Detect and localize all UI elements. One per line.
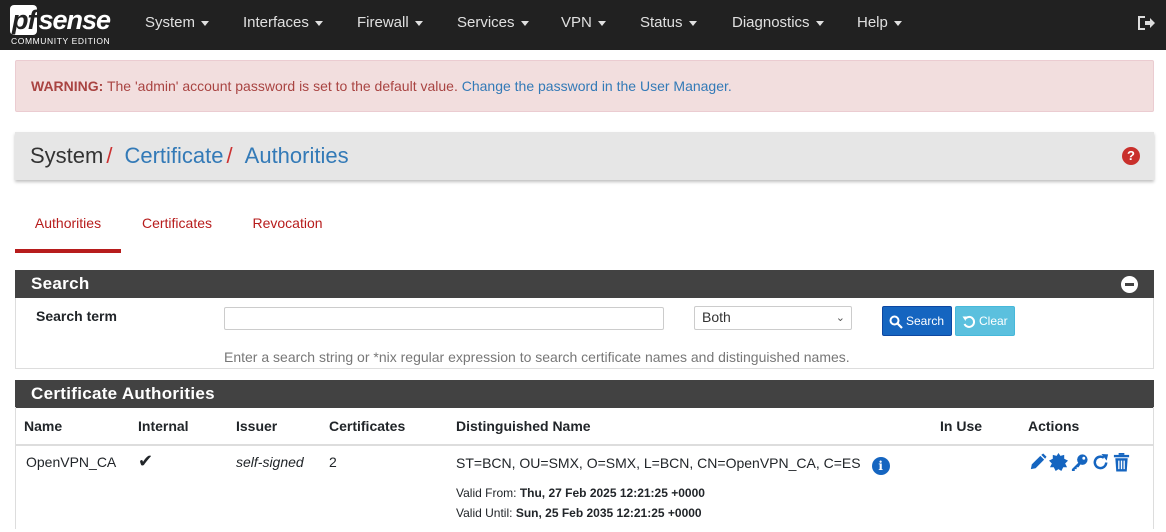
tab-authorities[interactable]: Authorities — [15, 205, 121, 253]
logo-wordmark: pf sense — [10, 5, 111, 35]
validity: Valid From: Thu, 27 Feb 2025 12:21:25 +0… — [456, 483, 924, 523]
nav-vpn-label: VPN — [561, 14, 592, 31]
nav-diagnostics-label: Diagnostics — [732, 14, 810, 31]
search-panel-heading: Search — [15, 270, 1154, 298]
top-navbar: pf sense COMMUNITY EDITION System Interfa… — [0, 0, 1166, 50]
chevron-down-icon — [314, 20, 323, 26]
search-scope-select[interactable]: Both ⌄ — [694, 306, 852, 330]
logo-sense: sense — [38, 5, 111, 35]
col-in-use: In Use — [932, 407, 1020, 446]
sign-out-icon[interactable] — [1136, 13, 1156, 33]
table-header-row: Name Internal Issuer Certificates Distin… — [15, 407, 1154, 446]
chevron-down-icon — [520, 20, 529, 26]
user-manager-link[interactable]: Change the password in the User Manager. — [462, 78, 732, 94]
chevron-down-icon — [893, 20, 902, 26]
nav-help[interactable]: Help — [857, 0, 902, 50]
search-scope-value: Both — [702, 309, 731, 325]
search-term-label: Search term — [36, 308, 117, 324]
valid-from-value: Thu, 27 Feb 2025 12:21:25 +0000 — [519, 486, 705, 500]
ca-panel-heading: Certificate Authorities — [15, 380, 1154, 408]
refresh-icon[interactable] — [1091, 453, 1110, 472]
tab-certificates[interactable]: Certificates — [133, 205, 221, 249]
dn-line: ST=BCN, OU=SMX, O=SMX, L=BCN, CN=OpenVPN… — [456, 455, 924, 475]
nav-vpn[interactable]: VPN — [561, 0, 606, 50]
valid-until-value: Sun, 25 Feb 2035 12:21:25 +0000 — [515, 506, 702, 520]
breadcrumb-separator: / — [226, 143, 233, 168]
valid-from-label: Valid From: — [456, 486, 517, 500]
chevron-down-icon — [414, 20, 423, 26]
nav-status[interactable]: Status — [640, 0, 697, 50]
search-button-label: Search — [906, 314, 945, 328]
valid-until: Valid Until: Sun, 25 Feb 2035 12:21:25 +… — [456, 503, 924, 523]
col-actions: Actions — [1020, 407, 1154, 446]
tab-bar: Authorities Certificates Revocation — [15, 205, 1154, 253]
chevron-down-icon — [597, 20, 606, 26]
checkmark-icon: ✔ — [138, 451, 154, 471]
info-icon[interactable]: i — [871, 457, 890, 475]
logo-edition: COMMUNITY EDITION — [11, 36, 111, 46]
nav-interfaces[interactable]: Interfaces — [243, 0, 323, 50]
chevron-down-icon — [201, 20, 210, 26]
undo-icon — [962, 315, 976, 328]
nav-system-label: System — [145, 14, 196, 31]
breadcrumb-system: System — [30, 143, 104, 168]
nav-firewall-label: Firewall — [357, 14, 409, 31]
ca-panel-title: Certificate Authorities — [31, 384, 215, 403]
breadcrumb-certificate[interactable]: Certificate — [124, 143, 223, 168]
collapse-minus-icon[interactable] — [1121, 276, 1138, 293]
logo-pf: pf — [10, 5, 38, 35]
nav-services-label: Services — [457, 14, 515, 31]
search-button[interactable]: Search — [882, 306, 952, 336]
breadcrumb: System / Certificate / Authorities ? — [15, 132, 1154, 180]
nav-system[interactable]: System — [145, 0, 210, 50]
valid-from: Valid From: Thu, 27 Feb 2025 12:21:25 +0… — [456, 483, 924, 503]
valid-until-label: Valid Until: — [456, 506, 513, 520]
clear-button-label: Clear — [979, 314, 1008, 328]
default-password-warning: WARNING: The 'admin' account password is… — [15, 60, 1154, 112]
search-input[interactable] — [224, 307, 664, 330]
nav-diagnostics[interactable]: Diagnostics — [732, 0, 824, 50]
nav-help-label: Help — [857, 14, 888, 31]
row-in-use — [932, 445, 1020, 529]
row-name: OpenVPN_CA — [26, 454, 117, 470]
col-name: Name — [15, 407, 130, 446]
row-certificates: 2 — [329, 454, 337, 470]
chevron-down-icon — [688, 20, 697, 26]
trash-icon[interactable] — [1112, 453, 1131, 472]
breadcrumb-authorities[interactable]: Authorities — [245, 143, 349, 168]
search-panel-body: Search term Both ⌄ Search Clear Enter a … — [15, 298, 1154, 369]
nav-interfaces-label: Interfaces — [243, 14, 309, 31]
row-distinguished-name: ST=BCN, OU=SMX, O=SMX, L=BCN, CN=OpenVPN… — [448, 445, 932, 529]
col-certificates: Certificates — [321, 407, 448, 446]
tab-revocation[interactable]: Revocation — [245, 205, 330, 249]
chevron-down-icon — [815, 20, 824, 26]
certificate-icon[interactable] — [1049, 453, 1068, 472]
search-panel-title: Search — [31, 274, 90, 293]
col-distinguished-name: Distinguished Name — [448, 407, 932, 446]
warning-message: The 'admin' account password is set to t… — [103, 78, 462, 94]
breadcrumb-separator: / — [106, 143, 113, 168]
row-actions — [1020, 445, 1154, 529]
key-icon[interactable] — [1070, 453, 1089, 472]
col-internal: Internal — [130, 407, 228, 446]
dn-text: ST=BCN, OU=SMX, O=SMX, L=BCN, CN=OpenVPN… — [456, 455, 861, 471]
clear-button[interactable]: Clear — [955, 306, 1015, 336]
col-issuer: Issuer — [228, 407, 321, 446]
nav-services[interactable]: Services — [457, 0, 529, 50]
nav-firewall[interactable]: Firewall — [357, 0, 423, 50]
nav-status-label: Status — [640, 14, 683, 31]
help-icon[interactable]: ? — [1122, 147, 1140, 165]
ca-table: Name Internal Issuer Certificates Distin… — [15, 407, 1154, 529]
search-icon — [889, 315, 903, 329]
pencil-icon[interactable] — [1028, 453, 1047, 472]
pfsense-logo[interactable]: pf sense COMMUNITY EDITION — [10, 5, 118, 47]
warning-prefix: WARNING: — [31, 78, 104, 94]
search-help-text: Enter a search string or *nix regular ex… — [224, 349, 850, 365]
table-row: OpenVPN_CA ✔ self-signed 2 ST=BCN, OU=SM… — [16, 445, 1154, 529]
row-issuer: self-signed — [236, 454, 304, 470]
chevron-down-icon: ⌄ — [835, 312, 845, 324]
